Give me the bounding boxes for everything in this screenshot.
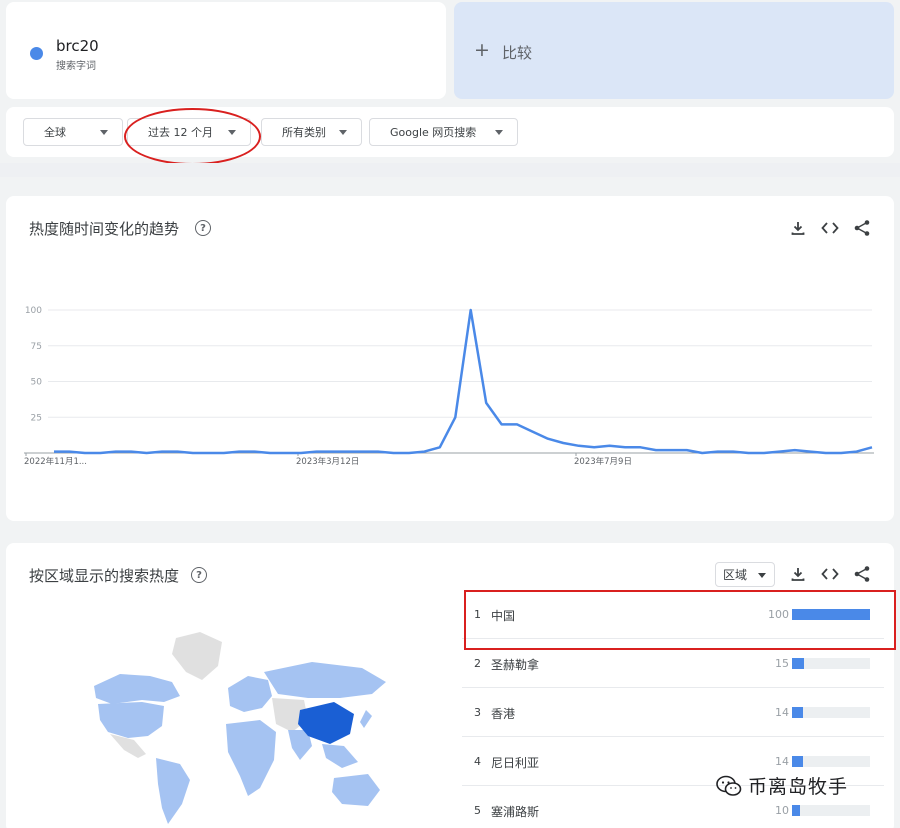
- share-icon[interactable]: [852, 218, 872, 238]
- region-level-dropdown[interactable]: 区域: [715, 562, 775, 587]
- world-map[interactable]: [72, 628, 392, 828]
- region-value: 100: [768, 608, 789, 621]
- download-icon[interactable]: [788, 564, 808, 584]
- region-bar-track: [792, 805, 870, 816]
- region-bar-fill: [792, 805, 800, 816]
- embed-icon[interactable]: [820, 218, 840, 238]
- map-japan: [360, 710, 372, 728]
- map-europe: [228, 676, 272, 712]
- map-south-america: [156, 758, 190, 824]
- trend-card-title: 热度随时间变化的趋势: [29, 220, 180, 238]
- compare-label: 比较: [502, 44, 533, 62]
- caret-down-icon: [339, 130, 347, 135]
- region-rank: 2: [474, 657, 481, 670]
- caret-down-icon: [495, 130, 503, 135]
- map-africa: [226, 720, 276, 796]
- region-row[interactable]: 2 圣赫勒拿 15: [462, 640, 884, 688]
- search-term-subtitle: 搜索字词: [56, 61, 96, 72]
- region-bar-track: [792, 756, 870, 767]
- section-divider: [0, 163, 900, 177]
- plus-icon: +: [474, 39, 490, 61]
- y-tick-label: 100: [25, 306, 42, 316]
- x-tick-label: 2022年11月1...: [24, 456, 87, 467]
- map-australia: [332, 774, 380, 806]
- region-bar-track: [792, 707, 870, 718]
- region-level-label: 区域: [723, 568, 748, 582]
- region-value: 14: [775, 755, 789, 768]
- share-icon[interactable]: [852, 564, 872, 584]
- search-term-card[interactable]: brc20 搜索字词: [6, 2, 446, 99]
- time-filter-label: 过去 12 个月: [148, 126, 213, 139]
- map-southeast-asia: [322, 744, 358, 768]
- region-row[interactable]: 1 中国 100: [462, 591, 884, 639]
- trend-chart: 100 75 50 25 2022年11月1... 2023年3月12日 2023年7月9日: [24, 306, 874, 467]
- region-rank: 3: [474, 706, 481, 719]
- region-rank: 1: [474, 608, 481, 621]
- map-usa: [98, 702, 164, 738]
- region-filter-label: 全球: [44, 126, 66, 139]
- map-russia: [264, 662, 386, 698]
- region-name: 塞浦路斯: [491, 805, 540, 819]
- search-type-filter-dropdown[interactable]: Google 网页搜索: [369, 118, 518, 146]
- caret-down-icon: [228, 130, 236, 135]
- search-term-name: brc20: [56, 37, 99, 55]
- region-filter-dropdown[interactable]: 全球: [23, 118, 123, 146]
- region-rank: 4: [474, 755, 481, 768]
- help-icon[interactable]: ?: [195, 220, 211, 236]
- embed-icon[interactable]: [820, 564, 840, 584]
- region-value: 14: [775, 706, 789, 719]
- y-tick-label: 25: [31, 413, 42, 423]
- watermark-text: 币离岛牧手: [748, 776, 849, 798]
- region-value: 15: [775, 657, 789, 670]
- region-name: 香港: [491, 707, 516, 721]
- region-bar-fill: [792, 609, 870, 620]
- x-tick-label: 2023年7月9日: [574, 456, 632, 467]
- region-name: 圣赫勒拿: [491, 658, 540, 672]
- region-name: 中国: [491, 609, 516, 623]
- map-canada: [94, 674, 180, 704]
- y-tick-label: 50: [31, 378, 43, 388]
- wechat-icon: [716, 775, 742, 796]
- y-tick-label: 75: [31, 342, 42, 352]
- filter-bar: 全球 过去 12 个月 所有类别 Google 网页搜索: [6, 107, 894, 165]
- x-tick-label: 2023年3月12日: [296, 456, 359, 467]
- time-filter-dropdown[interactable]: 过去 12 个月: [127, 118, 251, 146]
- region-bar-fill: [792, 658, 804, 669]
- region-bar-track: [792, 658, 870, 669]
- map-greenland: [172, 632, 222, 680]
- interest-over-time-card: 100 75 50 25 2022年11月1... 2023年3月12日 2023年7月9日…: [6, 196, 894, 521]
- region-card-title: 按区域显示的搜索热度: [29, 567, 180, 585]
- region-bar-fill: [792, 707, 803, 718]
- region-value: 10: [775, 804, 789, 817]
- category-filter-label: 所有类别: [282, 126, 326, 139]
- search-type-filter-label: Google 网页搜索: [390, 126, 477, 139]
- region-rank: 5: [474, 804, 481, 817]
- region-bar-track: [792, 609, 870, 620]
- region-bar-fill: [792, 756, 803, 767]
- download-icon[interactable]: [788, 218, 808, 238]
- compare-button[interactable]: + 比较: [454, 2, 894, 99]
- term-color-dot: [30, 47, 43, 60]
- caret-down-icon: [100, 130, 108, 135]
- category-filter-dropdown[interactable]: 所有类别: [261, 118, 362, 146]
- region-row[interactable]: 3 香港 14: [462, 689, 884, 737]
- help-icon[interactable]: ?: [191, 567, 207, 583]
- region-name: 尼日利亚: [491, 756, 540, 770]
- watermark: 币离岛牧手: [716, 772, 848, 799]
- caret-down-icon: [758, 573, 766, 578]
